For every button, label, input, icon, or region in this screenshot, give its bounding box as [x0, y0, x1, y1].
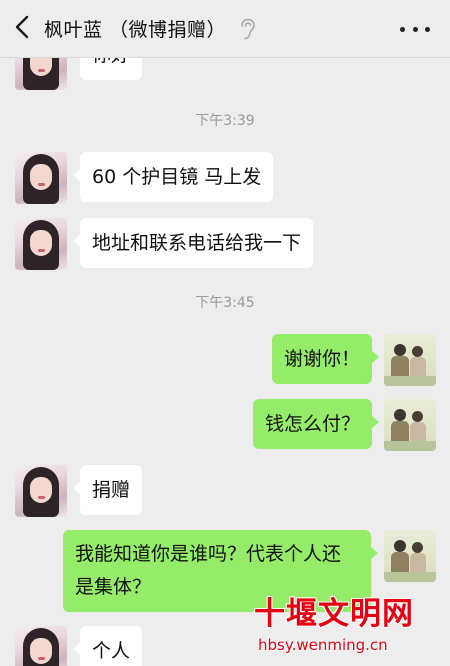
more-dot — [400, 26, 405, 32]
outgoing-message[interactable]: 谢谢你！ — [271, 334, 380, 384]
my-avatar[interactable] — [384, 334, 436, 386]
contact-avatar[interactable] — [15, 152, 67, 204]
incoming-message[interactable]: 地址和联系电话给我一下 — [72, 218, 314, 268]
message-timestamp: 下午3:39 — [195, 113, 255, 129]
incoming-message[interactable]: 你好 — [72, 58, 143, 80]
chat-title: 枫叶蓝 （微博捐赠） — [44, 19, 227, 41]
contact-avatar[interactable] — [15, 626, 67, 666]
incoming-message[interactable]: 个人 — [72, 626, 143, 666]
message-list[interactable]: 你好 下午3:39 60 个护目镜 马上发 地址和联系电话给我一下 下午3:45… — [0, 58, 450, 666]
watermark-url: hbsy.wenming.cn — [258, 636, 388, 654]
contact-avatar[interactable] — [15, 58, 67, 90]
my-avatar[interactable] — [384, 530, 436, 582]
contact-avatar[interactable] — [15, 218, 67, 270]
more-dot — [425, 26, 430, 32]
message-timestamp: 下午3:45 — [195, 295, 255, 311]
chat-screen: 枫叶蓝 （微博捐赠） 你好 下午3:39 60 个护目镜 马上发 地址和联系电话… — [0, 0, 450, 666]
incoming-message[interactable]: 60 个护目镜 马上发 — [72, 152, 274, 202]
watermark-title: 十堰文明网 — [254, 596, 414, 632]
back-button[interactable] — [0, 0, 44, 58]
chevron-left-icon — [15, 15, 29, 43]
more-options-button[interactable] — [400, 17, 430, 41]
incoming-message[interactable]: 捐赠 — [72, 465, 143, 515]
my-avatar[interactable] — [384, 399, 436, 451]
chat-header: 枫叶蓝 （微博捐赠） — [0, 0, 450, 58]
more-dot — [412, 26, 418, 32]
outgoing-message[interactable]: 钱怎么付？ — [252, 399, 380, 449]
contact-avatar[interactable] — [15, 465, 67, 517]
ear-icon — [238, 18, 256, 40]
